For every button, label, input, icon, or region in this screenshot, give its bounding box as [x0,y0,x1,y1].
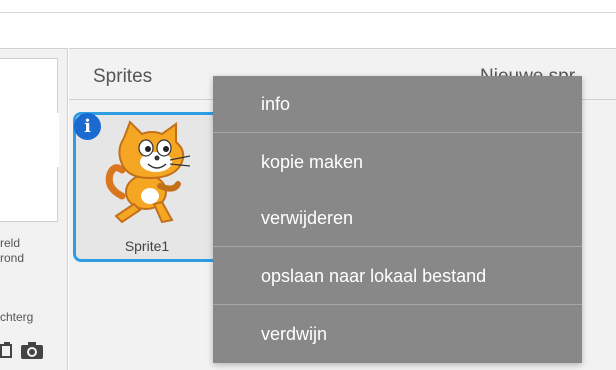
stage-thumbnail-inner [0,113,59,167]
menu-item-delete[interactable]: verwijderen [213,200,582,236]
sprite-context-menu: info kopie maken verwijderen opslaan naa… [213,76,582,363]
stage-caption: reld rond [0,236,25,265]
camera-icon[interactable] [20,340,44,365]
menu-separator [213,304,582,305]
paint-icon[interactable] [0,341,14,364]
menu-item-duplicate[interactable]: kopie maken [213,144,582,180]
new-backdrop-label: chterg [0,310,34,324]
menu-item-info[interactable]: info [213,86,582,122]
menu-separator [213,246,582,247]
menu-item-save-local[interactable]: opslaan naar lokaal bestand [213,258,582,294]
top-bar [0,0,616,13]
sprite-name: Sprite1 [124,238,170,254]
info-icon[interactable]: i [74,113,101,140]
menu-item-hide[interactable]: verdwijn [213,316,582,352]
stage-thumbnail[interactable] [0,58,59,222]
menu-separator [213,132,582,133]
cat-sprite-icon [105,120,191,224]
backdrop-tools [0,340,44,364]
sprites-title: Sprites [93,66,153,87]
